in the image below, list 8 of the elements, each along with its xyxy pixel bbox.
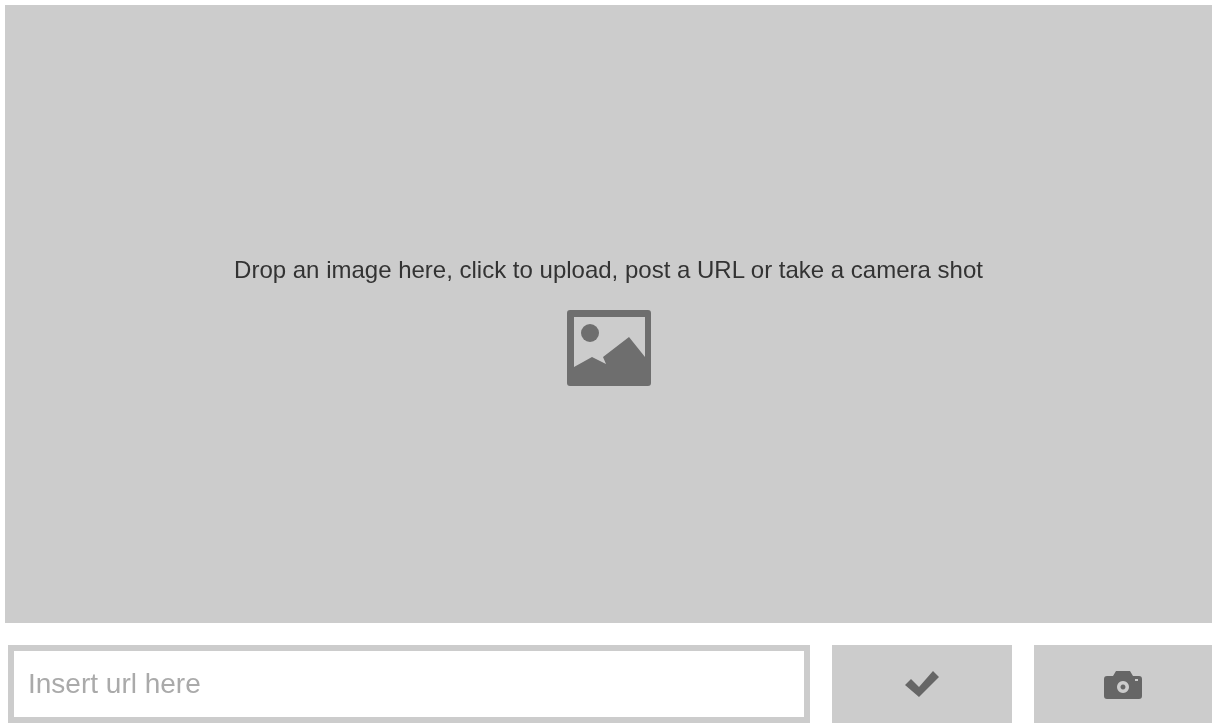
url-field[interactable]: Insert url here — [8, 645, 811, 723]
drop-instructions: Drop an image here, click to upload, post a URL or take a camera shot — [234, 255, 983, 285]
checkmark-icon — [903, 669, 942, 699]
camera-button[interactable] — [1034, 645, 1212, 723]
confirm-button[interactable] — [832, 645, 1013, 723]
camera-icon — [1104, 669, 1143, 699]
image-icon — [566, 310, 651, 386]
drop-zone[interactable]: Drop an image here, click to upload, post a URL or take a camera shot — [5, 5, 1212, 623]
